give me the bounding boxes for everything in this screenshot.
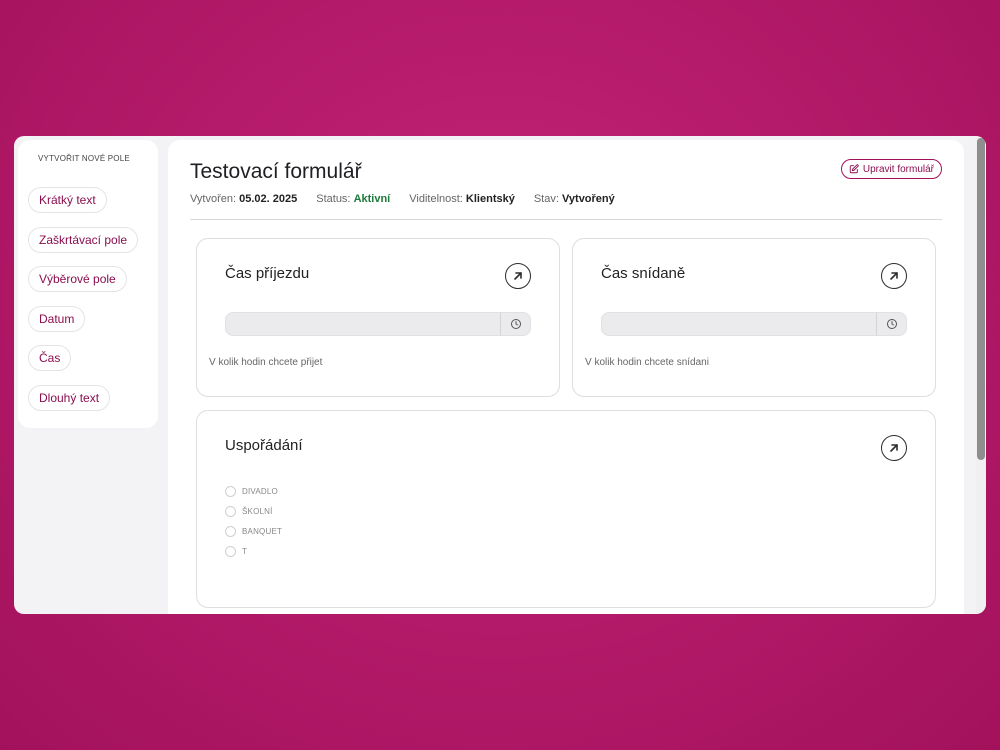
radio-circle[interactable]	[225, 546, 236, 557]
sidebar-title: VYTVOŘIT NOVÉ POLE	[38, 154, 130, 163]
clock-icon[interactable]	[876, 313, 906, 335]
radio-circle[interactable]	[225, 506, 236, 517]
field-title: Čas příjezdu	[225, 265, 310, 282]
field-type-long-text[interactable]: Dlouhý text	[28, 384, 111, 411]
field-card-arrival-time: Čas příjezdu V kolik hodin chcete přijet	[196, 238, 560, 397]
time-input[interactable]	[225, 312, 531, 336]
sidebar: VYTVOŘIT NOVÉ POLE Krátký text Zaškrtáva…	[18, 140, 158, 428]
radio-label: ŠKOLNÍ	[242, 507, 273, 516]
radio-option[interactable]: DIVADLO	[225, 486, 278, 497]
field-type-date[interactable]: Datum	[28, 305, 86, 332]
meta-visibility-value: Klientský	[465, 193, 515, 205]
field-title: Čas snídaně	[601, 265, 686, 282]
field-type-list: Krátký text Zaškrtávací pole Výběrové po…	[28, 187, 148, 411]
meta-status-label: Status:	[316, 193, 351, 205]
radio-label: DIVADLO	[242, 487, 278, 496]
open-field-button[interactable]	[505, 263, 531, 289]
arrow-up-right-icon	[512, 270, 524, 282]
edit-icon	[849, 164, 859, 174]
field-hint: V kolik hodin chcete snídani	[585, 357, 709, 368]
field-type-time[interactable]: Čas	[28, 345, 72, 371]
radio-option[interactable]: BANQUET	[225, 526, 282, 537]
field-type-checkbox[interactable]: Zaškrtávací pole	[28, 226, 139, 253]
status-badge: Aktivní	[353, 193, 391, 205]
edit-form-button[interactable]: Upravit formulář	[840, 159, 942, 179]
app-window: VYTVOŘIT NOVÉ POLE Krátký text Zaškrtáva…	[14, 136, 986, 614]
time-input[interactable]	[601, 312, 907, 336]
meta-created-label: Vytvořen:	[190, 193, 237, 205]
radio-option[interactable]: T	[225, 546, 247, 557]
meta-visibility: Viditelnost: Klientský	[409, 193, 515, 205]
scrollbar-track[interactable]	[976, 136, 986, 614]
form-panel: Testovací formulář Upravit formulář Vytv…	[168, 140, 964, 614]
field-type-short-text[interactable]: Krátký text	[28, 187, 107, 213]
radio-option[interactable]: ŠKOLNÍ	[225, 506, 273, 517]
meta-created-value: 05.02. 2025	[239, 193, 298, 205]
meta-created: Vytvořen: 05.02. 2025	[190, 193, 297, 205]
clock-icon[interactable]	[500, 313, 530, 335]
field-card-arrangement: Uspořádání DIVADLO ŠKOLNÍ BANQUET T	[196, 410, 936, 608]
radio-circle[interactable]	[225, 526, 236, 537]
arrow-up-right-icon	[888, 442, 900, 454]
meta-state: Stav: Vytvořený	[534, 193, 615, 205]
meta-status: Status: Aktivní	[316, 193, 390, 205]
open-field-button[interactable]	[881, 263, 907, 289]
open-field-button[interactable]	[881, 435, 907, 461]
radio-circle[interactable]	[225, 486, 236, 497]
field-hint: V kolik hodin chcete přijet	[209, 357, 323, 368]
field-card-breakfast-time: Čas snídaně V kolik hodin chcete snídani	[572, 238, 936, 397]
meta-visibility-label: Viditelnost:	[409, 193, 463, 205]
form-meta: Vytvořen: 05.02. 2025 Status: Aktivní Vi…	[190, 193, 942, 205]
header-divider	[190, 219, 942, 220]
meta-state-value: Vytvořený	[561, 193, 615, 205]
scrollbar-thumb[interactable]	[977, 138, 985, 460]
page-title: Testovací formulář	[190, 160, 362, 183]
meta-state-label: Stav:	[533, 193, 559, 205]
arrow-up-right-icon	[888, 270, 900, 282]
field-title: Uspořádání	[225, 437, 303, 454]
field-type-select[interactable]: Výběrové pole	[28, 266, 127, 292]
radio-label: BANQUET	[242, 527, 283, 536]
radio-label: T	[242, 547, 248, 556]
edit-form-label: Upravit formulář	[862, 163, 934, 175]
